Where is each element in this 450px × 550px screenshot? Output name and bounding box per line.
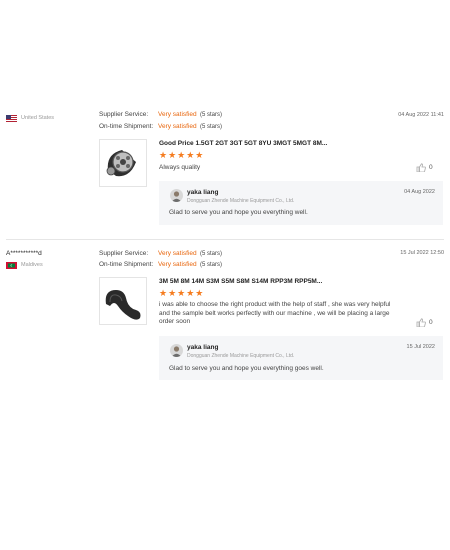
shipment-stars: (5 stars) [200,262,223,268]
reply-text: Glad to serve you and hope you everythin… [169,209,308,216]
product-title-link[interactable]: Good Price 1.5GT 2GT 3GT 5GT 8YU 3MGT 5M… [159,140,327,147]
product-title-link[interactable]: 3M 5M 8M 14M S3M S5M S8M S14M RPP3M RPP5… [159,278,322,285]
reply-text: Glad to serve you and hope you everythin… [169,365,324,372]
shipment-value: Very satisfied [158,123,197,130]
supplier-service-label: Supplier Service: [99,250,149,257]
supplier-service-value: Very satisfied [158,111,197,118]
supplier-reply: yaka liang Dongguan Zhende Machine Equip… [159,181,443,225]
supplier-reply: yaka liang Dongguan Zhende Machine Equip… [159,336,443,380]
review-date: 15 Jul 2022 12:50 [400,250,444,256]
review-date: 04 Aug 2022 11:41 [398,112,444,118]
buyer-country: United States [21,115,55,121]
review-comment: Always quality [159,164,201,171]
pulley-image [106,150,136,177]
thumbs-up-icon[interactable] [416,163,426,174]
avatar [170,189,183,202]
product-thumbnail[interactable] [99,277,147,325]
reply-date: 04 Aug 2022 [404,189,435,195]
reply-author-name: yaka liang [187,344,219,351]
shipment-label: On-time Shipment: [99,123,154,130]
review-divider [6,239,444,240]
thumbs-up-icon[interactable] [416,318,426,329]
reply-date: 15 Jul 2022 [406,344,435,350]
reply-company: Dongguan Zhende Machine Equipment Co., L… [187,198,295,204]
like-count: 0 [429,319,433,326]
rating-stars: ★★★★★ [159,150,205,160]
product-thumbnail[interactable] [99,139,147,187]
supplier-service-stars: (5 stars) [200,112,223,118]
review-comment: i was able to choose the right product w… [159,301,391,325]
shipment-label: On-time Shipment: [99,261,154,268]
rating-stars: ★★★★★ [159,288,205,298]
supplier-service-stars: (5 stars) [200,251,223,257]
reply-company: Dongguan Zhende Machine Equipment Co., L… [187,353,295,359]
buyer-name: A***********d [6,250,42,257]
reply-author-name: yaka liang [187,189,219,196]
maldives-flag-icon [6,262,17,269]
supplier-service-value: Very satisfied [158,250,197,257]
us-flag-icon [6,115,17,122]
shipment-stars: (5 stars) [200,124,223,130]
avatar [170,344,183,357]
supplier-service-label: Supplier Service: [99,111,149,118]
timing-belt-image [105,290,141,320]
shipment-value: Very satisfied [158,261,197,268]
like-count: 0 [429,164,433,171]
buyer-country: Maldives [21,262,43,268]
